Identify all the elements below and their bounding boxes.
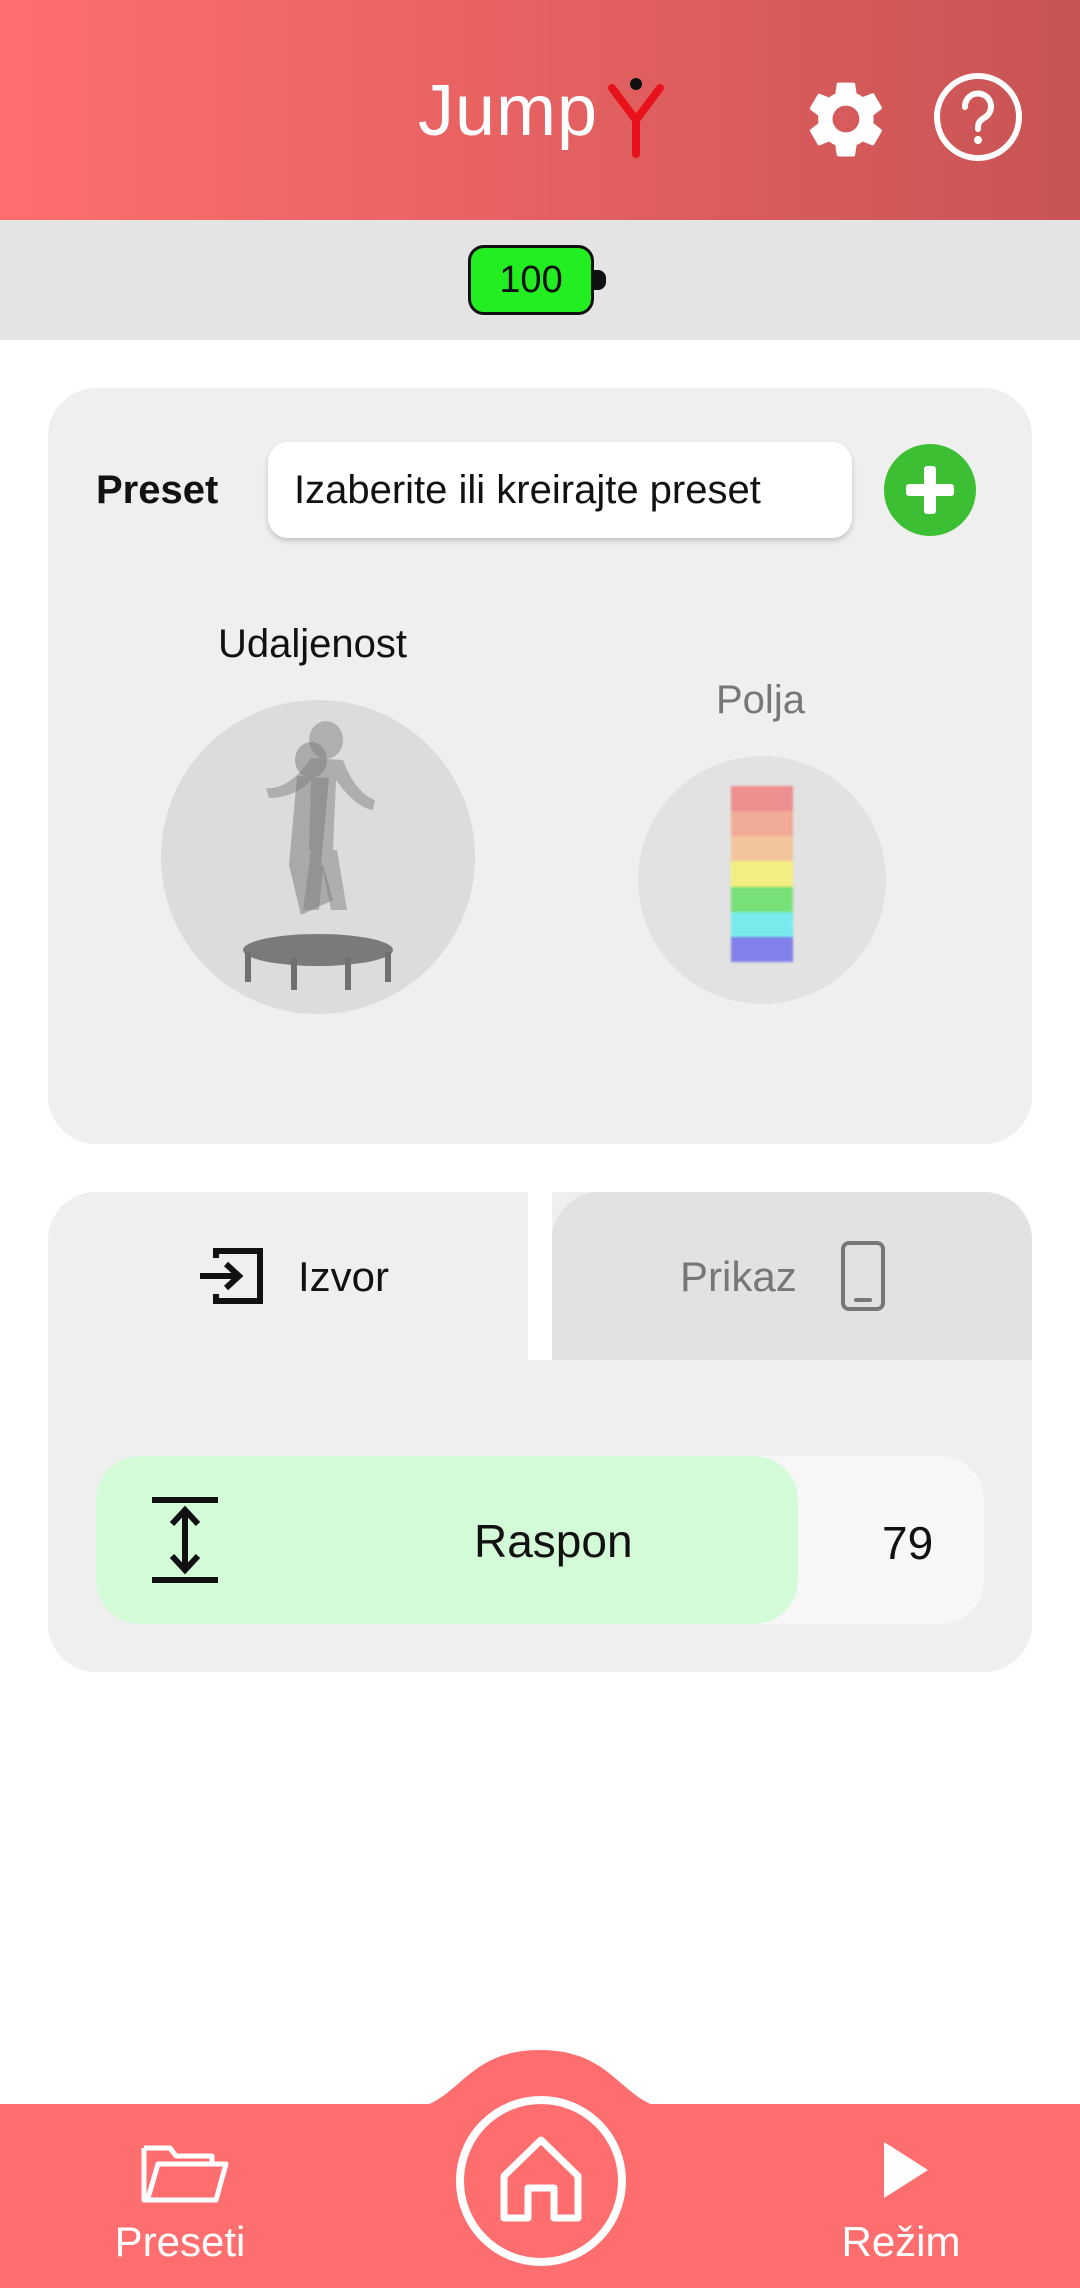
- tab-prikaz-label: Prikaz: [680, 1253, 797, 1300]
- nav-preseti[interactable]: Preseti: [108, 2136, 252, 2266]
- preset-select[interactable]: Izaberite ili kreirajte preset: [268, 442, 852, 538]
- nav-rezim[interactable]: Režim: [836, 2136, 966, 2266]
- home-icon: [500, 2136, 582, 2222]
- trampoline-jumper-icon: [243, 721, 393, 990]
- play-icon: [884, 2142, 928, 2198]
- input-icon: [200, 1248, 263, 1304]
- help-circle-icon[interactable]: [932, 71, 1024, 163]
- fields-mode-button[interactable]: [638, 756, 886, 1004]
- preset-label: Preset: [96, 468, 219, 512]
- nav-rezim-label: Režim: [841, 2218, 961, 2265]
- tab-izvor-label: Izvor: [298, 1253, 390, 1300]
- home-button[interactable]: [456, 2096, 626, 2266]
- range-value: 79: [882, 1517, 934, 1569]
- distance-mode-label: Udaljenost: [218, 622, 408, 666]
- distance-mode-button[interactable]: [161, 700, 475, 1014]
- nav-preseti-label: Preseti: [114, 2218, 246, 2265]
- gear-icon[interactable]: [800, 73, 892, 165]
- folder-open-icon: [141, 2145, 229, 2203]
- tab-izvor[interactable]: [48, 1192, 528, 1360]
- battery-indicator: 100: [468, 245, 594, 315]
- jumper-logo-icon: [608, 78, 664, 158]
- add-preset-button[interactable]: [884, 444, 976, 536]
- battery-tip: [592, 270, 606, 290]
- phone-icon: [841, 1241, 885, 1311]
- range-label: Raspon: [474, 1515, 633, 1567]
- app-title: Jump: [418, 71, 599, 151]
- fields-mode-label: Polja: [716, 678, 805, 722]
- tab-gap: [528, 1192, 552, 1360]
- vertical-range-icon: [152, 1497, 218, 1583]
- color-fields-icon: [731, 786, 793, 962]
